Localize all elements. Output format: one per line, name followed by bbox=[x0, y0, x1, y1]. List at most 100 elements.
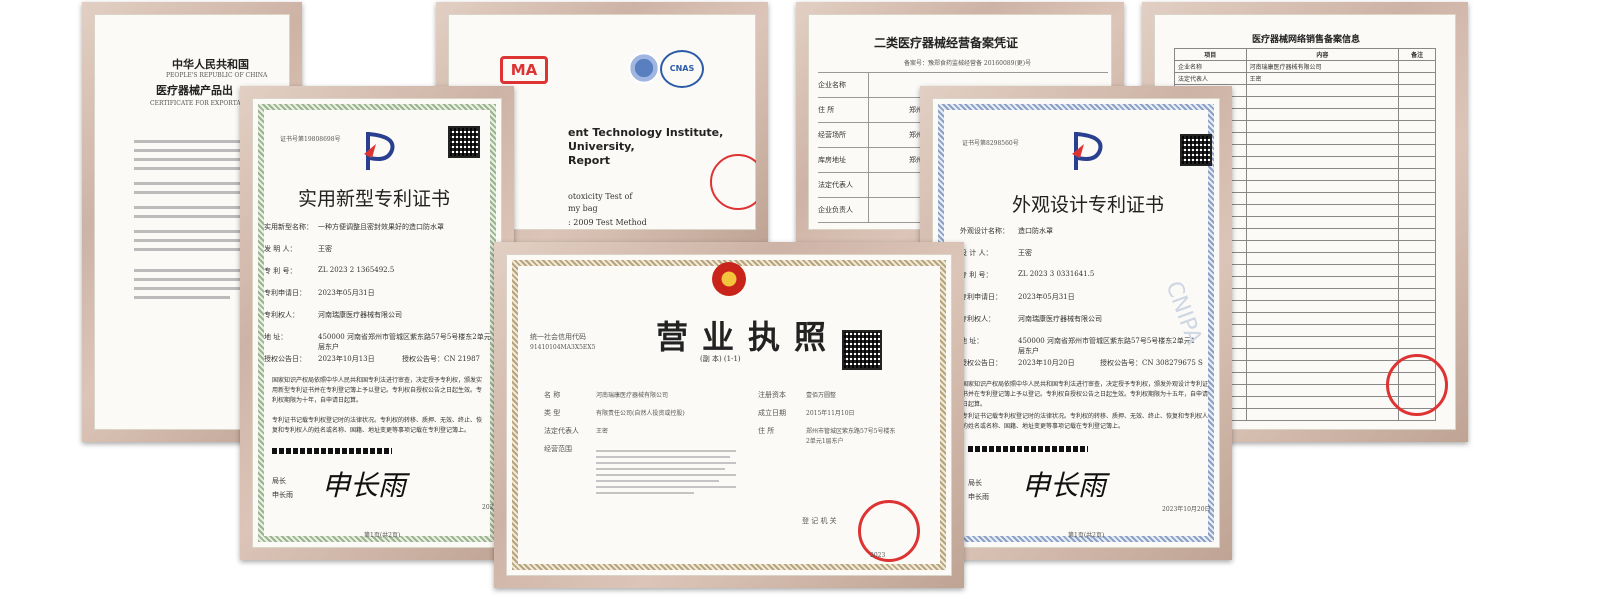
report-line-3: Report bbox=[568, 154, 611, 167]
utility-grant-value: 2023年10月13日 bbox=[318, 355, 375, 363]
utility-grant-no: 授权公告号：CN 21987 bbox=[402, 355, 480, 363]
network-header-content: 内容 bbox=[1245, 48, 1400, 61]
license-addr-label: 住 所 bbox=[758, 427, 775, 435]
utility-address-label: 地 址： bbox=[264, 333, 288, 341]
network-row-0-value: 河南瑞康医疗器械有限公司 bbox=[1245, 60, 1400, 73]
ilac-mra-logo bbox=[628, 52, 660, 84]
export-title-cn: 医疗器械产品出 bbox=[156, 84, 233, 97]
license-name-label: 名 称 bbox=[544, 391, 561, 399]
license-name-value: 河南瑞康医疗器械有限公司 bbox=[596, 392, 669, 399]
license-type-value: 有限责任公司(自然人投资或控股) bbox=[596, 410, 685, 417]
frame-design-patent: 证书号第8298560号 外观设计专利证书 外观设计名称： 造口防水罩 设 计 … bbox=[920, 86, 1232, 560]
export-header-cn: 中华人民共和国 bbox=[172, 58, 249, 71]
utility-patent-certificate: 证书号第19808698号 实用新型专利证书 实用新型名称： 一种方便调整且密封… bbox=[252, 98, 502, 548]
design-owner-value: 河南瑞康医疗器械有限公司 bbox=[1018, 315, 1102, 323]
report-line-2: University, bbox=[568, 140, 635, 153]
cma-logo-text: MA bbox=[510, 61, 538, 79]
design-grant-no: 授权公告号：CN 308279675 S bbox=[1100, 359, 1203, 367]
export-header-en: PEOPLE'S REPUBLIC OF CHINA bbox=[166, 72, 268, 79]
utility-name-label: 实用新型名称： bbox=[264, 223, 313, 231]
utility-address-value: 450000 河南省郑州市管城区紫东路57号5号楼东2单元 bbox=[318, 333, 491, 341]
license-rep-label: 法定代表人 bbox=[544, 427, 579, 435]
frame-utility-patent: 证书号第19808698号 实用新型专利证书 实用新型名称： 一种方便调整且密封… bbox=[240, 86, 514, 560]
network-row-1-label: 法定代表人 bbox=[1174, 72, 1247, 85]
cnas-logo-text: CNAS bbox=[669, 64, 695, 73]
utility-owner-value: 河南瑞康医疗器械有限公司 bbox=[318, 311, 402, 319]
report-red-seal bbox=[710, 154, 756, 210]
report-line-4: otoxicity Test of bbox=[568, 192, 633, 201]
frame-business-license: 统一社会信用代码 91410104MA3X5EX5 营业执照 (副 本) (1-… bbox=[494, 242, 964, 588]
design-footer: 第1页(共2页) bbox=[1068, 532, 1105, 539]
design-patent-no-value: ZL 2023 3 0331641.5 bbox=[1018, 270, 1095, 278]
utility-director-name: 申长雨 bbox=[272, 491, 293, 499]
utility-filing-label: 专利申请日： bbox=[264, 289, 306, 297]
design-redacted-bar bbox=[968, 446, 1088, 452]
cnipa-logo-icon bbox=[1070, 128, 1110, 174]
cnipa-logo-icon bbox=[362, 128, 402, 174]
license-title: 营业执照 bbox=[656, 318, 841, 356]
license-type-label: 类 型 bbox=[544, 409, 561, 417]
design-patent-certificate: 证书号第8298560号 外观设计专利证书 外观设计名称： 造口防水罩 设 计 … bbox=[932, 98, 1220, 548]
license-addr-value: 郑州市管城区紫东路57号5号楼东 bbox=[806, 428, 896, 435]
design-address-value: 450000 河南省郑州市管城区紫东路57号5号楼东2单元1 bbox=[1018, 337, 1196, 345]
national-emblem-icon bbox=[712, 262, 746, 296]
network-red-seal bbox=[1386, 354, 1448, 416]
utility-cert-no: 证书号第19808698号 bbox=[280, 136, 341, 143]
design-grant-value: 2023年10月20日 bbox=[1018, 359, 1075, 367]
credit-code-label: 统一社会信用代码 bbox=[530, 333, 586, 341]
design-designer-label: 设 计 人： bbox=[960, 249, 993, 257]
design-designer-value: 王密 bbox=[1018, 249, 1032, 257]
utility-director-signature: 申长雨 bbox=[322, 469, 407, 502]
utility-patent-no-label: 专 利 号： bbox=[264, 267, 297, 275]
license-red-seal bbox=[858, 500, 920, 562]
design-date: 2023年10月20日 bbox=[1162, 506, 1211, 513]
business-license: 统一社会信用代码 91410104MA3X5EX5 营业执照 (副 本) (1-… bbox=[506, 254, 952, 576]
utility-filing-value: 2023年05月31日 bbox=[318, 289, 375, 297]
utility-patent-no-value: ZL 2023 2 1365492.5 bbox=[318, 266, 395, 274]
utility-body-text-2: 专利证书记载专利权登记时的法律状况。专利权的转移、质押、无效、终止、恢复和专利权… bbox=[272, 417, 483, 434]
utility-address-value-2: 层东户 bbox=[318, 343, 339, 351]
license-addr-value-2: 2单元1层东户 bbox=[806, 438, 844, 445]
design-patent-no-label: 专 利 号： bbox=[960, 271, 993, 279]
filing-field-4: 法定代表人 bbox=[818, 173, 869, 197]
design-filing-value: 2023年05月31日 bbox=[1018, 293, 1075, 301]
design-patent-title: 外观设计专利证书 bbox=[1012, 194, 1165, 216]
license-est-label: 成立日期 bbox=[758, 409, 786, 417]
license-qr-code bbox=[842, 330, 882, 370]
design-filing-label: 专利申请日： bbox=[960, 293, 1002, 301]
filing-field-2: 经营场所 bbox=[818, 123, 869, 147]
report-line-1: ent Technology Institute, bbox=[568, 126, 724, 139]
utility-patent-title: 实用新型专利证书 bbox=[298, 188, 451, 210]
network-header-item: 项目 bbox=[1174, 48, 1247, 61]
network-header-note: 备注 bbox=[1398, 48, 1436, 61]
license-scope-label: 经营范围 bbox=[544, 445, 572, 453]
utility-inventor-value: 王密 bbox=[318, 245, 332, 253]
license-subtitle: (副 本) (1-1) bbox=[700, 355, 741, 363]
design-director-label: 局长 bbox=[968, 479, 982, 487]
report-line-6: : 2009 Test Method bbox=[568, 218, 647, 227]
license-authority-label: 登 记 机 关 bbox=[802, 517, 837, 525]
design-qr-code bbox=[1180, 134, 1212, 166]
utility-director-label: 局长 bbox=[272, 477, 286, 485]
design-owner-label: 专利权人： bbox=[960, 315, 995, 323]
design-name-value: 造口防水罩 bbox=[1018, 227, 1053, 235]
cma-logo: MA bbox=[500, 56, 548, 84]
network-row-0-label: 企业名称 bbox=[1174, 60, 1247, 73]
license-scope-lines bbox=[596, 446, 736, 498]
utility-name-value: 一种方便调整且密封效果好的造口防水罩 bbox=[318, 223, 444, 231]
design-name-label: 外观设计名称： bbox=[960, 227, 1009, 235]
license-rep-value: 王密 bbox=[596, 428, 609, 435]
design-director-signature: 申长雨 bbox=[1022, 469, 1107, 502]
utility-grant-label: 授权公告日： bbox=[264, 355, 306, 363]
utility-qr-code bbox=[448, 126, 480, 158]
design-director-name: 申长雨 bbox=[968, 493, 989, 501]
filing-field-5: 企业负责人 bbox=[818, 198, 869, 222]
report-line-5: my bag bbox=[568, 204, 598, 213]
utility-redacted-bar bbox=[272, 448, 392, 454]
cnas-logo: CNAS bbox=[660, 50, 704, 88]
design-body-text: 国家知识产权局依照中华人民共和国专利法进行审查，决定授予专利权，颁发外观设计专利… bbox=[962, 381, 1209, 408]
network-row-1-value: 王密 bbox=[1245, 72, 1400, 85]
design-body-text-2: 专利证书记载专利权登记时的法律状况。专利权的转移、质押、无效、终止、恢复和专利权… bbox=[962, 413, 1209, 430]
utility-body-text: 国家知识产权局依照中华人民共和国专利法进行审查，决定授予专利权，颁发实用新型专利… bbox=[272, 377, 483, 404]
utility-owner-label: 专利权人： bbox=[264, 311, 299, 319]
